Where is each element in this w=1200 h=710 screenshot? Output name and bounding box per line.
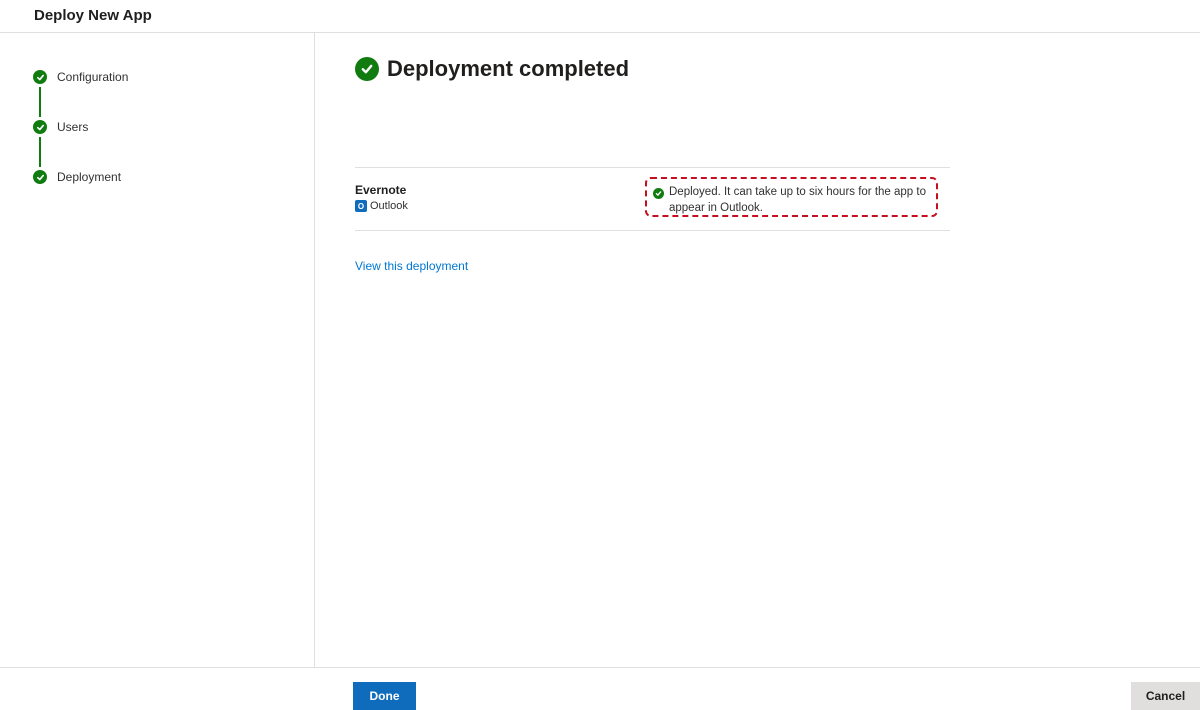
app-host: O Outlook: [355, 200, 408, 212]
divider: [355, 230, 950, 231]
check-circle-icon: [355, 57, 379, 81]
check-circle-icon: [33, 120, 47, 134]
outlook-icon: O: [355, 200, 367, 212]
check-circle-icon: [653, 188, 664, 199]
step-connector: [39, 137, 41, 167]
done-button[interactable]: Done: [353, 682, 416, 710]
divider: [355, 167, 950, 168]
step-label: Configuration: [57, 70, 129, 84]
step-users[interactable]: Users: [33, 118, 88, 136]
deployment-status-text: Deployed. It can take up to six hours fo…: [669, 186, 926, 214]
page-title: Deployment completed: [387, 56, 630, 81]
step-deployment[interactable]: Deployment: [33, 168, 121, 186]
step-label: Users: [57, 120, 89, 134]
cancel-button[interactable]: Cancel: [1131, 682, 1200, 710]
host-label: Outlook: [370, 200, 408, 212]
step-configuration[interactable]: Configuration: [33, 68, 128, 86]
panel-footer: [0, 667, 1200, 704]
panel-title: Deploy New App: [34, 7, 152, 24]
view-deployment-link[interactable]: View this deployment: [355, 259, 468, 273]
step-connector: [39, 87, 41, 117]
step-label: Deployment: [57, 170, 122, 184]
check-circle-icon: [33, 70, 47, 84]
app-name: Evernote: [355, 183, 407, 197]
panel-header: Deploy New App: [0, 0, 1200, 33]
check-circle-icon: [33, 170, 47, 184]
page-title-row: Deployment completed: [355, 56, 629, 82]
